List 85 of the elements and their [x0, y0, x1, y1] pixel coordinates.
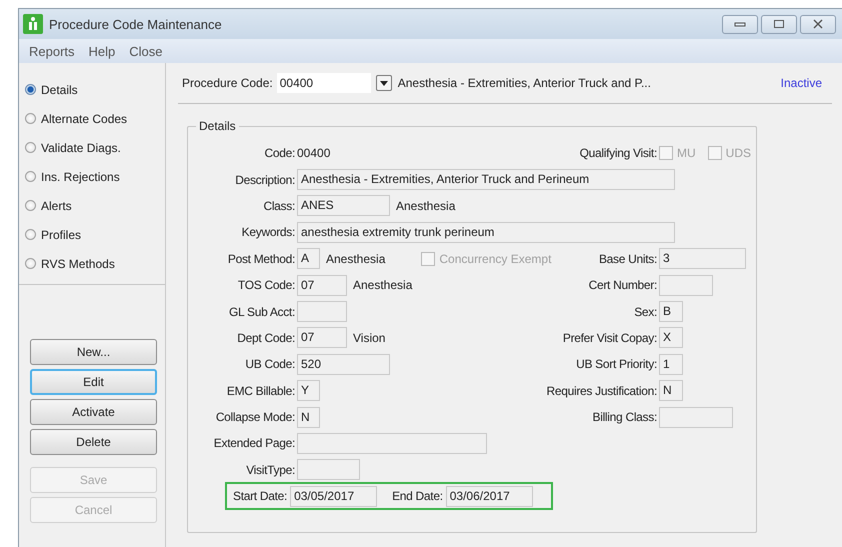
field-note: Anesthesia [396, 198, 456, 213]
text-field[interactable] [297, 459, 360, 480]
text-field[interactable]: X [659, 327, 683, 348]
radio-button[interactable] [25, 171, 36, 182]
text-field[interactable]: ANES [297, 195, 390, 216]
field-label: Dept Code: [236, 330, 295, 345]
dropdown-button[interactable] [376, 75, 392, 91]
radio-label[interactable]: RVS Methods [41, 256, 115, 270]
field-label: Prefer Visit Copay: [562, 330, 657, 345]
action-button[interactable]: Activate [30, 399, 157, 425]
radio-label[interactable]: Profiles [41, 228, 82, 242]
field-label: UB Code: [244, 357, 295, 372]
radio-button[interactable] [25, 258, 36, 269]
group-title: Details [196, 119, 239, 133]
minimize-button[interactable] [722, 14, 758, 34]
radio-button[interactable] [25, 229, 36, 240]
text-field[interactable]: 07 [297, 274, 347, 296]
text-field[interactable]: 07 [297, 327, 347, 348]
action-button[interactable]: New... [30, 339, 157, 365]
field-label: Description: [234, 172, 295, 187]
text-field[interactable]: A [297, 248, 320, 270]
text-field[interactable]: B [659, 301, 683, 322]
field-label: EMC Billable: [226, 384, 295, 398]
menu-item[interactable]: Reports [29, 44, 75, 58]
field-label: Post Method: [226, 252, 295, 266]
field-label: UB Sort Priority: [576, 357, 657, 372]
text-field[interactable] [297, 301, 347, 322]
field-label: Start Date: [233, 489, 288, 504]
radio-label[interactable]: Alerts [41, 198, 72, 212]
field-note: Anesthesia [353, 278, 412, 292]
field-label: Billing Class: [592, 410, 657, 424]
field-label: GL Sub Acct: [228, 304, 295, 319]
field-label: VisitType: [245, 462, 295, 477]
status-link[interactable]: Inactive [780, 76, 822, 90]
close-icon [812, 19, 824, 29]
text-field[interactable]: N [297, 406, 320, 428]
field-label: Qualifying Visit: [580, 146, 657, 160]
caret-icon [380, 80, 388, 86]
maximize-button[interactable] [761, 14, 797, 34]
field-label: Requires Justification: [546, 384, 657, 398]
text-field[interactable] [297, 432, 487, 454]
maximize-icon [773, 19, 785, 29]
field-label: Base Units: [598, 252, 657, 266]
text-field[interactable]: N [659, 380, 683, 402]
date-field[interactable]: 03/06/2017 [446, 486, 533, 507]
field-label: Procedure Code: [182, 76, 273, 90]
field-label: End Date: [392, 489, 443, 504]
radio-label[interactable]: Alternate Codes [41, 112, 128, 126]
radio-button[interactable] [25, 200, 36, 211]
radio-button[interactable] [25, 142, 36, 153]
radio-button[interactable] [25, 113, 36, 124]
text-field[interactable]: Anesthesia - Extremities, Anterior Truck and Perineum [297, 169, 675, 190]
text-field[interactable] [659, 274, 713, 296]
text-field[interactable]: 1 [659, 354, 683, 375]
text-field[interactable]: 520 [297, 354, 390, 375]
text-field[interactable]: 3 [659, 248, 746, 270]
minimize-icon [734, 20, 746, 28]
close-button[interactable] [800, 14, 836, 34]
radio-label[interactable]: Details [41, 82, 78, 96]
window-title: Procedure Code Maintenance [49, 16, 222, 32]
field-value: 00400 [297, 146, 330, 160]
procedure-description: Anesthesia - Extremities, Anterior Truck and P... [398, 76, 651, 90]
field-label: Collapse Mode: [214, 410, 295, 424]
field-note: Vision [353, 330, 386, 345]
field-label: Keywords: [240, 225, 295, 240]
text-field[interactable]: anesthesia extremity trunk perineum [297, 222, 675, 243]
app-logo-icon [23, 14, 43, 34]
field-label: Extended Page: [212, 436, 295, 450]
field-label: Cert Number: [588, 278, 657, 292]
field-label: Sex: [634, 304, 657, 319]
menu-item[interactable]: Help [88, 44, 116, 58]
text-field[interactable] [659, 406, 733, 428]
procedure-code-field[interactable]: 00400 [276, 73, 371, 93]
action-button[interactable]: Edit [30, 369, 157, 395]
date-field[interactable]: 03/05/2017 [290, 486, 378, 507]
radio-button[interactable] [25, 84, 36, 95]
radio-label[interactable]: Validate Diags. [41, 140, 121, 154]
field-note: Anesthesia [326, 252, 386, 266]
field-label: Code: [263, 146, 295, 160]
radio-label[interactable]: Ins. Rejections [41, 170, 120, 184]
menu-item[interactable]: Close [129, 44, 163, 58]
field-label: Class: [262, 198, 295, 213]
field-label: TOS Code: [236, 278, 295, 292]
action-button[interactable]: Delete [30, 429, 157, 455]
text-field[interactable]: Y [297, 380, 320, 402]
